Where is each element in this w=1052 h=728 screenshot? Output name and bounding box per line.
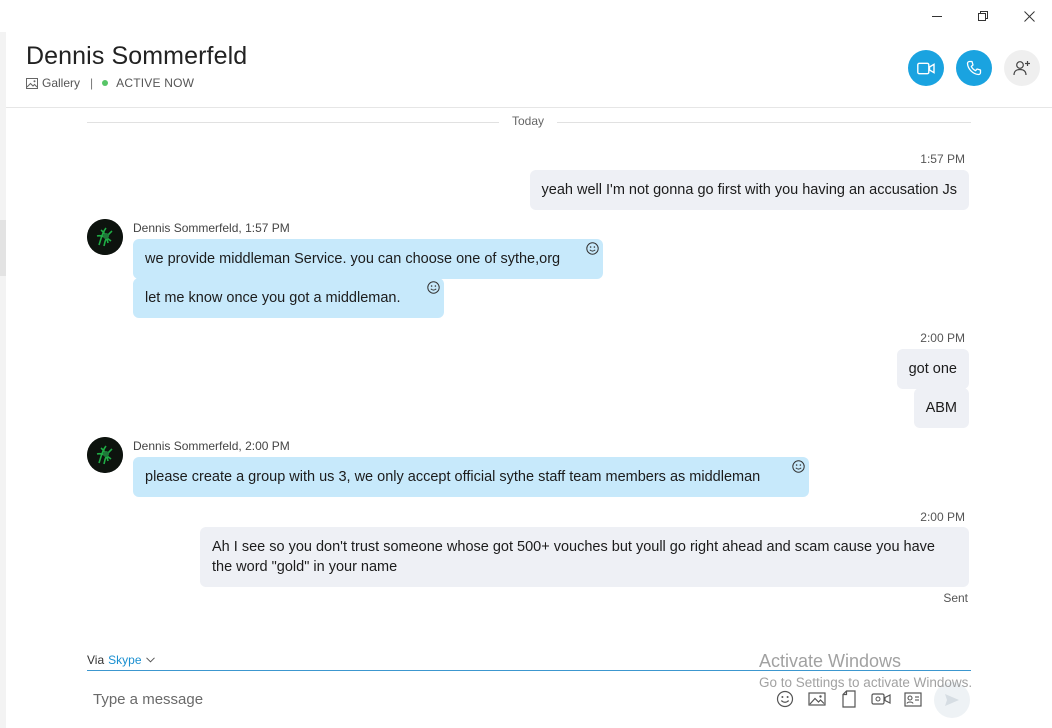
message-text: let me know once you got a middleman. [145,290,401,306]
outgoing-message[interactable]: got one [896,349,969,389]
gallery-link[interactable]: Gallery [42,76,80,90]
chevron-down-icon [145,657,155,663]
add-people-button[interactable] [1004,50,1040,86]
incoming-message[interactable]: let me know once you got a middleman. [133,278,444,318]
restore-button[interactable] [960,0,1006,32]
message-timestamp: 1:57 PM [920,152,965,166]
video-camera-icon [917,62,935,74]
outgoing-message[interactable]: ABM [913,388,969,428]
add-reaction-icon[interactable] [427,281,440,294]
minimize-button[interactable] [914,0,960,32]
close-icon [1023,10,1035,22]
conversation-header: Dennis Sommerfeld Gallery | ACTIVE NOW [6,32,1052,108]
message-text: we provide middleman Service. you can ch… [145,251,561,267]
message-timestamp: 2:00 PM [920,510,965,524]
send-image-button[interactable] [806,688,828,710]
day-divider: Today [87,114,971,130]
contact-card-icon [904,691,922,707]
video-message-icon [871,693,891,705]
restore-icon [978,11,988,21]
message-input[interactable] [87,684,747,714]
send-file-button[interactable] [838,688,860,710]
emoji-button[interactable] [774,688,796,710]
presence-dot [102,80,109,86]
message-timestamp: 2:00 PM [245,439,290,453]
contact-name[interactable]: Dennis Sommerfeld [26,42,247,71]
sender-name: Dennis Sommerfeld, [133,221,242,235]
incoming-message[interactable]: please create a group with us 3, we only… [133,457,809,497]
video-call-button[interactable] [908,50,944,86]
add-person-icon [1013,61,1030,76]
gallery-icon [26,77,38,89]
composer-divider [87,670,971,671]
send-button[interactable] [934,682,970,718]
message-timestamp: 2:00 PM [920,331,965,345]
avatar-image [87,219,123,255]
incoming-message[interactable]: we provide middleman Service. you can ch… [133,239,603,279]
send-contact-button[interactable] [902,688,924,710]
send-icon [945,694,959,706]
outgoing-message[interactable]: Ah I see so you don't trust someone whos… [200,527,969,587]
via-service: Skype [108,653,142,667]
via-selector[interactable]: Via Skype [87,653,155,667]
audio-call-button[interactable] [956,50,992,86]
add-reaction-icon[interactable] [586,242,599,255]
file-icon [842,690,856,708]
window-controls [914,0,1052,32]
add-reaction-icon[interactable] [792,460,805,473]
minimize-icon [932,16,942,17]
sender-name: Dennis Sommerfeld, [133,439,242,453]
via-label: Via [87,653,105,667]
delivery-status: Sent [943,591,968,605]
presence-status: ACTIVE NOW [116,76,195,90]
avatar-image [87,437,123,473]
watermark-title: Activate Windows [759,651,902,671]
emoji-icon [776,690,794,708]
image-icon [808,692,826,706]
sender-line: Dennis Sommerfeld, 2:00 PM [133,439,290,453]
header-separator: | [90,76,94,90]
avatar[interactable] [87,219,123,255]
sender-line: Dennis Sommerfeld, 1:57 PM [133,221,290,235]
header-subline: Gallery | ACTIVE NOW [26,76,194,90]
phone-icon [966,60,982,76]
day-divider-label: Today [511,114,545,128]
outgoing-message[interactable]: yeah well I'm not gonna go first with yo… [529,170,969,210]
avatar[interactable] [87,437,123,473]
close-button[interactable] [1006,0,1052,32]
message-text: please create a group with us 3, we only… [145,469,761,485]
message-timestamp: 1:57 PM [245,221,290,235]
video-message-button[interactable] [870,688,892,710]
message-list[interactable]: Today 1:57 PM yeah well I'm not gonna go… [0,108,1052,648]
